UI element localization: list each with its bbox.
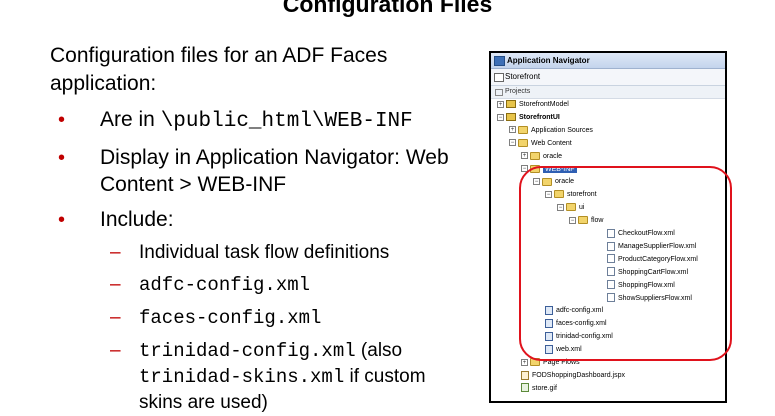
projects-collapse-icon [495,89,503,96]
tree-item[interactable]: − Web Content [509,138,572,150]
expand-icon[interactable]: + [497,100,504,108]
bullet-mark: • [58,109,66,131]
trinidad-config-note: (also [355,340,403,361]
expand-icon[interactable]: + [521,358,528,366]
jspx-file-icon [521,370,529,380]
tree-item-label: Web Content [531,139,572,147]
trinidad-skins-note: if custom [344,366,426,387]
folder-icon [518,125,528,134]
tree-item-label: store.gif [532,384,557,392]
tree-item[interactable]: − StorefrontUI [497,112,560,124]
bullet-mark: • [58,147,66,169]
sub-item-trinidad-config: trinidad-config.xml (also [139,338,402,364]
navigator-icon [494,56,505,66]
web-inf-highlight-outline [519,166,732,361]
tree-item-label: Application Sources [531,126,593,134]
sub-item-skins-note: skins are used) [139,392,268,413]
tree-item[interactable]: FODShoppingDashboard.jspx [521,370,625,382]
application-icon [494,73,504,82]
sub-mark: – [110,307,121,328]
sub-item-faces-config: faces-config.xml [139,307,322,329]
bullet-mark: • [58,209,66,231]
bullet-location-prefix: Are in [100,108,161,131]
folder-icon [530,151,540,160]
intro-text: Configuration files for an ADF Faces app… [50,44,388,95]
trinidad-config-name: trinidad-config.xml [139,340,356,362]
navigator-application-selector[interactable]: Storefront [491,69,725,86]
folder-icon [518,138,528,147]
sub-item-trinidad-skins: trinidad-skins.xml if custom [139,364,426,390]
projects-panel-header[interactable]: Projects [491,86,725,99]
trinidad-skins-name: trinidad-skins.xml [139,366,345,388]
slide-title: Configuration Files [282,0,493,17]
collapse-icon[interactable]: − [509,139,516,147]
bullet-location-path: \public_html\WEB-INF [160,110,413,133]
tree-item-label: oracle [543,152,563,160]
application-name: Storefront [505,72,541,81]
navigator-title: Application Navigator [507,56,590,65]
tree-item-label: StorefrontUI [519,113,560,121]
expand-icon[interactable]: + [521,152,528,160]
tree-item[interactable]: + oracle [521,151,562,163]
project-icon [506,100,516,109]
projects-label: Projects [505,88,531,95]
expand-icon[interactable]: + [509,126,516,134]
bullet-navigator: Display in Application Navigator: Web Co… [100,146,449,196]
tree-item-label: StorefrontModel [519,101,569,108]
tree-item[interactable]: + Application Sources [509,125,593,137]
bullet-location: Are in \public_html\WEB-INF [100,106,413,135]
sub-item-adfc-config: adfc-config.xml [139,274,311,296]
bullet-include: Include: [100,208,174,231]
tree-item[interactable]: store.gif [521,383,557,395]
sub-item-task-flows: Individual task flow definitions [139,242,390,263]
tree-item-label: FODShoppingDashboard.jspx [532,371,625,379]
collapse-icon[interactable]: − [497,113,504,121]
image-file-icon [521,383,529,393]
tree-item[interactable]: + StorefrontModel [497,99,569,111]
sub-mark: – [110,340,121,361]
sub-mark: – [110,274,121,295]
sub-mark: – [110,242,121,263]
navigator-title-bar: Application Navigator [491,53,725,69]
project-icon [506,113,516,122]
